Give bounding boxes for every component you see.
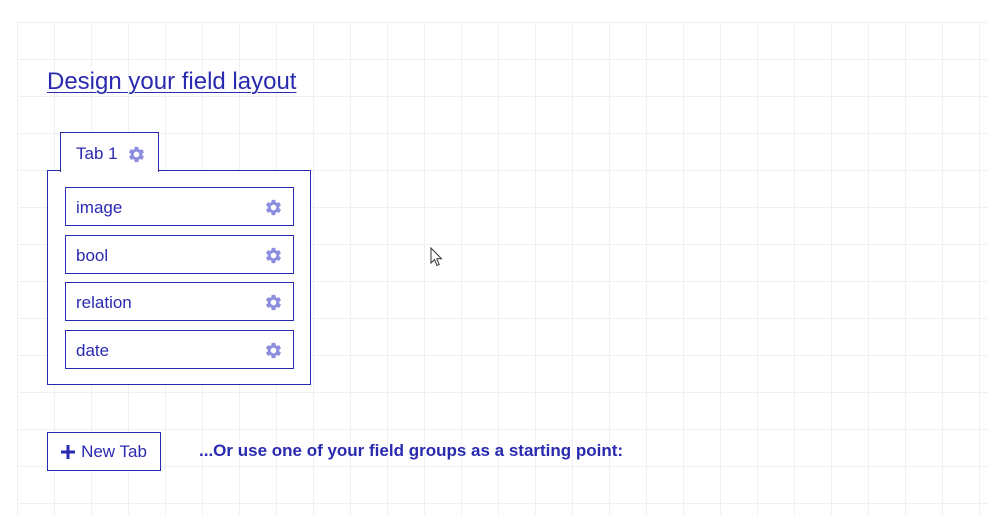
field-date[interactable]: date [65, 330, 294, 369]
field-bool[interactable]: bool [65, 235, 294, 274]
gear-icon[interactable] [264, 246, 283, 265]
plus-icon [61, 444, 76, 459]
field-relation[interactable]: relation [65, 282, 294, 321]
field-label: date [76, 341, 110, 360]
field-groups-hint: ...Or use one of your field groups as a … [199, 441, 624, 460]
tab-1-panel: image bool relation date [47, 170, 311, 385]
gear-icon[interactable] [264, 293, 283, 312]
field-label: bool [76, 246, 109, 265]
new-tab-label: New Tab [81, 441, 147, 461]
field-image[interactable]: image [65, 187, 294, 226]
new-tab-button[interactable]: New Tab [47, 432, 161, 471]
field-label: relation [76, 293, 132, 312]
gear-icon[interactable] [264, 341, 283, 360]
tab-1[interactable]: Tab 1 [60, 132, 159, 172]
mouse-pointer-icon [430, 247, 443, 267]
tab-label: Tab 1 [76, 144, 118, 163]
gear-icon[interactable] [127, 145, 146, 164]
field-label: image [76, 198, 123, 217]
design-field-layout-link[interactable]: Design your field layout [47, 68, 296, 96]
gear-icon[interactable] [264, 198, 283, 217]
